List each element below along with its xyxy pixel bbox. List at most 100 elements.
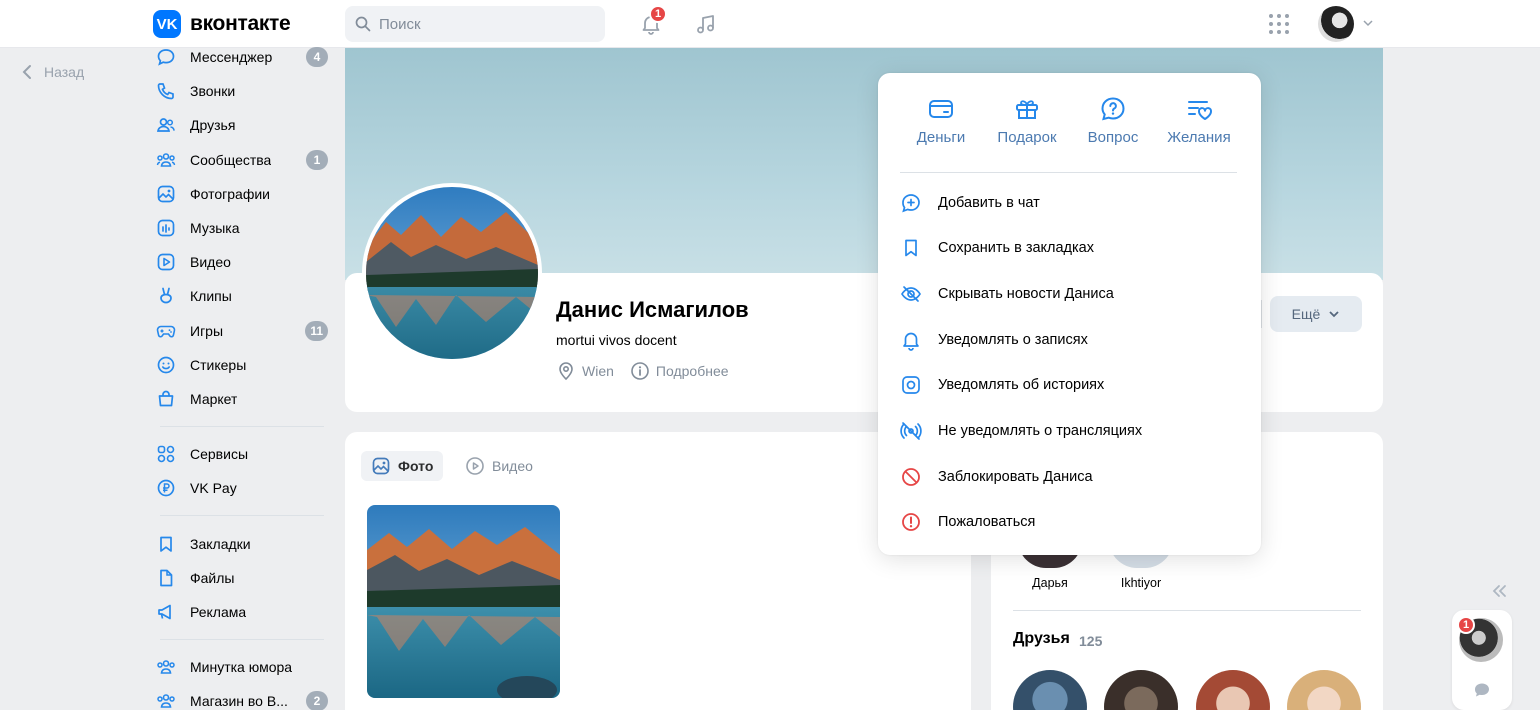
- services-icon: [156, 444, 176, 464]
- group-icon: [156, 691, 176, 710]
- back-label: Назад: [44, 64, 85, 80]
- menu-item-notify-posts[interactable]: Уведомлять о записях: [900, 328, 1088, 352]
- sidebar-item-label: Музыка: [190, 220, 240, 237]
- menu-item-add-to-chat[interactable]: Добавить в чат: [900, 191, 1040, 215]
- chat-bubble-icon[interactable]: [1473, 682, 1491, 698]
- menu-item-save-bookmark[interactable]: Сохранить в закладках: [900, 236, 1094, 260]
- search-input[interactable]: [379, 15, 579, 33]
- stickers-icon: [156, 355, 176, 375]
- more-button[interactable]: Ещё: [1270, 296, 1362, 332]
- sidebar-item-calls[interactable]: Звонки: [150, 74, 330, 108]
- sidebar-item-music[interactable]: Музыка: [150, 211, 330, 245]
- menu-item-hide-news[interactable]: Скрывать новости Даниса: [900, 282, 1114, 306]
- sidebar-item-label: Сервисы: [190, 446, 249, 463]
- sidebar-item-services[interactable]: Сервисы: [150, 437, 330, 471]
- sidebar-item-group[interactable]: Магазин во В... 2: [150, 684, 330, 710]
- sidebar-item-label: Минутка юмора: [190, 659, 293, 676]
- bookmark-icon: [900, 237, 922, 259]
- vk-logo[interactable]: VK вконтакте: [153, 10, 291, 38]
- sidebar-item-files[interactable]: Файлы: [150, 561, 330, 595]
- sidebar-item-games[interactable]: Игры 11: [150, 314, 330, 348]
- sidebar-item-video[interactable]: Видео: [150, 245, 330, 279]
- location-pin-icon: [559, 362, 573, 381]
- sidebar-item-label: Закладки: [190, 535, 251, 552]
- video-icon: [156, 252, 176, 272]
- sidebar-item-friends[interactable]: Друзья: [150, 108, 330, 142]
- mini-friend-name: Ikhtiyor: [1120, 576, 1162, 590]
- sidebar-item-label: Игры: [190, 322, 224, 339]
- sidebar-item-ads[interactable]: Реклама: [150, 595, 330, 629]
- profile-details-link[interactable]: Подробнее: [656, 363, 729, 379]
- sidebar-divider: [160, 426, 324, 428]
- vkpay-icon: [156, 478, 176, 498]
- photo-icon: [372, 457, 390, 475]
- sidebar-item-communities[interactable]: Сообщества 1: [150, 143, 330, 177]
- tab-video[interactable]: Видео: [455, 451, 543, 481]
- sidebar-item-vkpay[interactable]: VK Pay: [150, 471, 330, 505]
- tab-video-label: Видео: [492, 458, 533, 474]
- sidebar-item-photos[interactable]: Фотографии: [150, 177, 330, 211]
- sidebar-item-label: Мессенджер: [190, 49, 273, 66]
- menu-item-block-user[interactable]: Заблокировать Даниса: [900, 465, 1093, 489]
- games-icon: [156, 321, 176, 341]
- files-icon: [156, 568, 176, 588]
- action-label: Вопрос: [1087, 129, 1139, 146]
- sidebar-item-clips[interactable]: Клипы: [150, 279, 330, 313]
- action-label: Деньги: [916, 129, 966, 146]
- wishlist-action[interactable]: Желания: [1156, 95, 1242, 146]
- sidebar-item-messenger[interactable]: Мессенджер 4: [150, 40, 330, 74]
- sidebar-item-group[interactable]: Минутка юмора: [150, 650, 330, 684]
- sidebar-item-label: Маркет: [190, 390, 238, 407]
- profile-name: Данис Исмагилов: [556, 297, 749, 322]
- apps-grid-icon: [1269, 14, 1289, 34]
- music-player-button[interactable]: [692, 10, 720, 38]
- apps-button[interactable]: [1265, 10, 1293, 38]
- action-label: Желания: [1167, 129, 1231, 146]
- sidebar-item-stickers[interactable]: Стикеры: [150, 348, 330, 382]
- chevron-down-icon[interactable]: [1362, 17, 1374, 29]
- back-link[interactable]: Назад: [22, 64, 84, 80]
- sidebar-item-count: 4: [306, 47, 328, 68]
- tab-photo-label: Фото: [398, 458, 434, 474]
- search-icon: [355, 16, 371, 32]
- profile-meta: Wien Подробнее: [556, 361, 729, 381]
- group-icon: [156, 657, 176, 677]
- photo-thumbnail[interactable]: [367, 505, 560, 698]
- vk-logo-icon: VK: [153, 10, 181, 38]
- button-divider: [1261, 300, 1262, 328]
- friends-divider: [1013, 610, 1361, 611]
- menu-item-no-broadcasts[interactable]: Не уведомлять о трансляциях: [900, 419, 1142, 443]
- action-label: Подарок: [997, 129, 1057, 146]
- send-gift-action[interactable]: Подарок: [984, 95, 1070, 146]
- wishlist-icon: [1188, 101, 1212, 120]
- menu-item-report[interactable]: Пожаловаться: [900, 510, 1035, 534]
- notifications-button[interactable]: 1: [637, 5, 667, 38]
- collapse-chats-icon[interactable]: [1490, 583, 1508, 599]
- mini-friend-name: Дарья: [1032, 576, 1068, 590]
- message-icon: [156, 47, 176, 67]
- tab-photo[interactable]: Фото: [361, 451, 444, 481]
- search-box[interactable]: [345, 6, 605, 42]
- hide-icon: [900, 283, 922, 305]
- stories-icon: [900, 374, 922, 396]
- chat-unread-badge: 1: [1457, 616, 1475, 634]
- menu-item-label: Уведомлять о записях: [938, 332, 1088, 348]
- sidebar-item-market[interactable]: Маркет: [150, 382, 330, 416]
- sidebar-item-label: Файлы: [190, 569, 235, 586]
- menu-item-notify-stories[interactable]: Уведомлять об историях: [900, 373, 1104, 397]
- ask-question-action[interactable]: Вопрос: [1070, 95, 1156, 146]
- money-icon: [929, 100, 953, 118]
- question-icon: [1101, 97, 1125, 121]
- send-money-action[interactable]: Деньги: [898, 95, 984, 146]
- friends-title[interactable]: Друзья: [1013, 630, 1070, 648]
- chevron-left-icon: [22, 65, 31, 79]
- sidebar-divider: [160, 639, 324, 640]
- sidebar-item-bookmarks[interactable]: Закладки: [150, 526, 330, 560]
- report-icon: [900, 511, 922, 533]
- sidebar-item-label: Клипы: [190, 288, 232, 305]
- user-avatar[interactable]: [1318, 6, 1354, 42]
- sidebar-item-label: Сообщества: [190, 151, 272, 168]
- menu-item-label: Добавить в чат: [938, 195, 1040, 211]
- sidebar-item-label: Звонки: [190, 83, 236, 100]
- profile-avatar[interactable]: [362, 183, 542, 363]
